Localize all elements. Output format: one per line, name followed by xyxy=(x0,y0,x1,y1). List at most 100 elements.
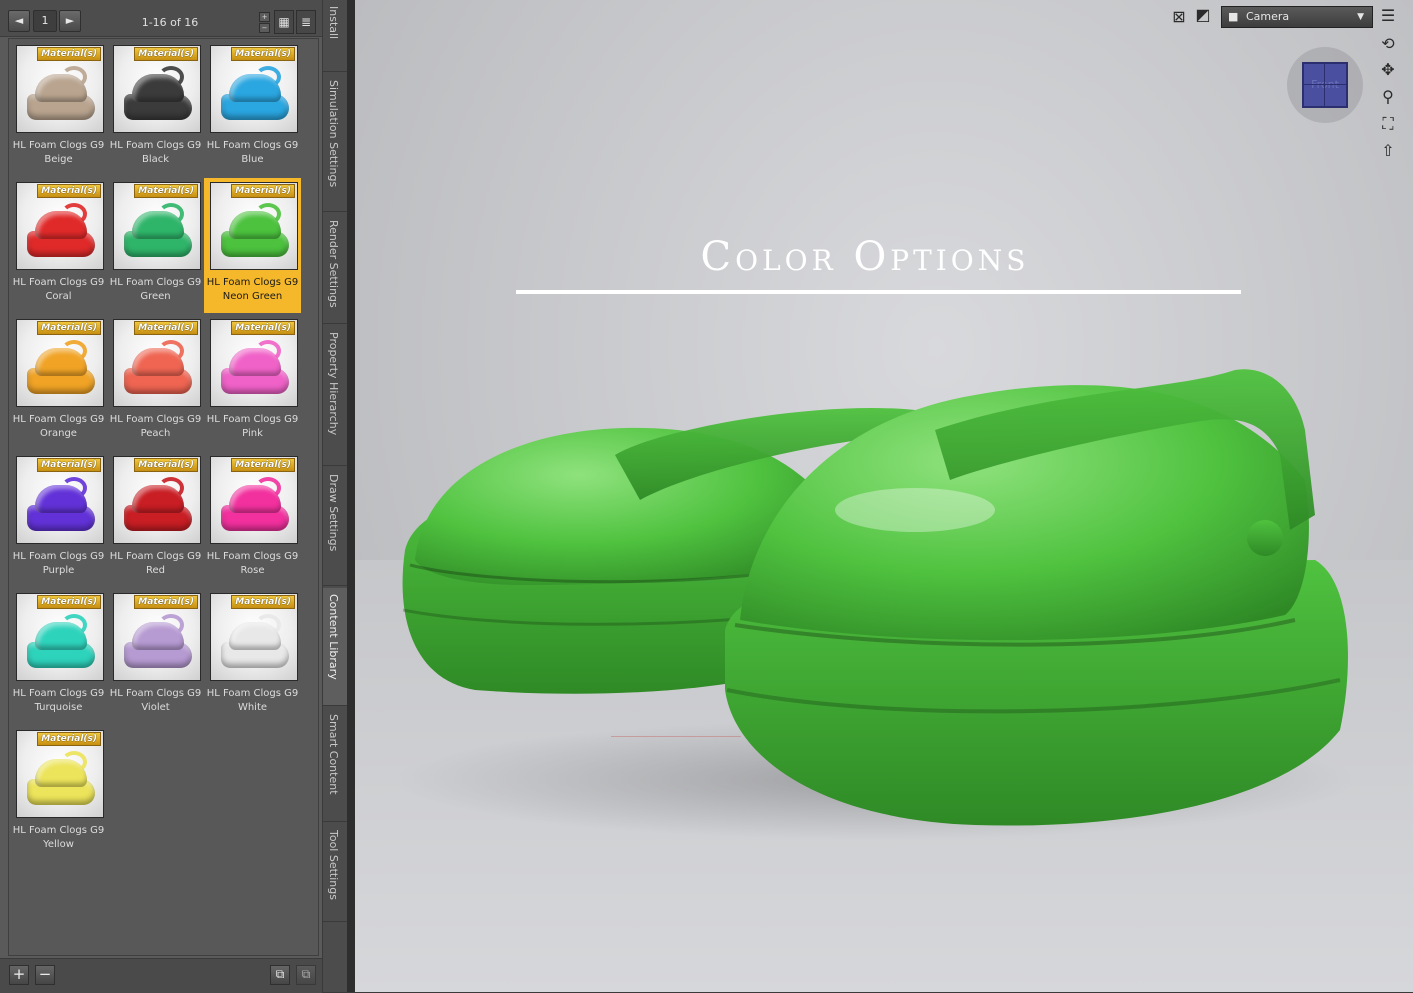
material-label: HL Foam Clogs G9 Violet xyxy=(107,687,204,715)
material-tile[interactable]: Material(s) HL Foam Clogs G9 Black xyxy=(107,41,204,176)
clog-strap-shape xyxy=(158,203,184,225)
material-label-line1: HL Foam Clogs G9 xyxy=(109,551,202,562)
material-badge: Material(s) xyxy=(231,595,295,609)
material-label-line1: HL Foam Clogs G9 xyxy=(206,688,299,699)
side-tab[interactable]: Property Hierarchy xyxy=(323,326,347,466)
material-label-line2: Yellow xyxy=(43,839,74,850)
draw-style-icon[interactable]: ◩ xyxy=(1193,5,1213,25)
color-options-headline: Color Options xyxy=(700,234,1030,280)
material-badge: Material(s) xyxy=(231,321,295,335)
material-label-line2: Neon Green xyxy=(222,291,283,302)
material-thumbnail[interactable]: Material(s) xyxy=(113,593,201,681)
copy-icon[interactable]: ⧉ xyxy=(270,965,290,985)
paste-icon[interactable]: ⧉ xyxy=(296,965,316,985)
material-thumbnail[interactable]: Material(s) xyxy=(210,456,298,544)
side-tab[interactable]: Content Library xyxy=(323,588,347,706)
material-thumbnail[interactable]: Material(s) xyxy=(16,182,104,270)
material-thumbnail[interactable]: Material(s) xyxy=(16,319,104,407)
page-number-field[interactable]: 1 xyxy=(33,10,57,32)
clog-strap-shape xyxy=(158,477,184,499)
material-tile[interactable]: Material(s) HL Foam Clogs G9 Purple xyxy=(10,452,107,587)
side-tab[interactable]: Simulation Settings xyxy=(323,74,347,212)
material-label: HL Foam Clogs G9 Coral xyxy=(10,276,107,304)
render-preview-icon[interactable]: ⊠ xyxy=(1169,7,1189,27)
pan-icon[interactable]: ✥ xyxy=(1378,60,1398,80)
material-thumbnail[interactable]: Material(s) xyxy=(210,45,298,133)
side-tab-label: Property Hierarchy xyxy=(327,332,340,436)
3d-viewport[interactable]: ⊠ ◩ ■ Camera ▼ ☰ ⟲ ✥ ⚲ ⛶ ⇧ Front Color O… xyxy=(355,0,1413,992)
material-thumbnail[interactable]: Material(s) xyxy=(113,182,201,270)
material-badge: Material(s) xyxy=(231,47,295,61)
viewport-menu-icon[interactable]: ☰ xyxy=(1378,6,1398,26)
view-cube[interactable]: Front xyxy=(1302,62,1348,108)
clog-highlight xyxy=(835,488,995,532)
side-tab[interactable]: Install xyxy=(323,0,347,72)
material-thumbnail[interactable]: Material(s) xyxy=(210,182,298,270)
material-thumbnail[interactable]: Material(s) xyxy=(16,45,104,133)
material-badge: Material(s) xyxy=(231,458,295,472)
material-label-line1: HL Foam Clogs G9 xyxy=(109,277,202,288)
add-button[interactable]: + xyxy=(9,965,29,985)
material-label-line2: Peach xyxy=(140,428,171,439)
material-tile[interactable]: Material(s) HL Foam Clogs G9 Red xyxy=(107,452,204,587)
material-label-line1: HL Foam Clogs G9 xyxy=(109,140,202,151)
previous-page-button[interactable]: ◄ xyxy=(8,10,30,32)
list-view-icon[interactable]: ≣ xyxy=(296,10,316,34)
material-thumbnail[interactable]: Material(s) xyxy=(16,456,104,544)
material-tile[interactable]: Material(s) HL Foam Clogs G9 Beige xyxy=(10,41,107,176)
side-tab[interactable]: Tool Settings xyxy=(323,824,347,922)
material-thumbnail[interactable]: Material(s) xyxy=(113,45,201,133)
orbit-icon[interactable]: ⟲ xyxy=(1378,34,1398,54)
material-thumbnail[interactable]: Material(s) xyxy=(113,319,201,407)
material-badge: Material(s) xyxy=(37,732,101,746)
view-cube-control[interactable]: Front xyxy=(1287,47,1363,123)
material-label: HL Foam Clogs G9 Purple xyxy=(10,550,107,578)
chevron-down-icon: ▼ xyxy=(1357,12,1364,22)
next-page-button[interactable]: ► xyxy=(59,10,81,32)
material-tile[interactable]: Material(s) HL Foam Clogs G9 Blue xyxy=(204,41,301,176)
material-thumbnail[interactable]: Material(s) xyxy=(210,593,298,681)
axis-guide-line xyxy=(611,736,741,737)
reset-view-icon[interactable]: ⇧ xyxy=(1378,141,1398,161)
material-tile[interactable]: Material(s) HL Foam Clogs G9 Yellow xyxy=(10,726,107,861)
material-tile[interactable]: Material(s) HL Foam Clogs G9 Pink xyxy=(204,315,301,450)
clog-strap-shape xyxy=(158,66,184,88)
material-thumbnail[interactable]: Material(s) xyxy=(113,456,201,544)
material-label-line2: Orange xyxy=(40,428,77,439)
material-tile[interactable]: Material(s) HL Foam Clogs G9 Orange xyxy=(10,315,107,450)
material-badge: Material(s) xyxy=(37,47,101,61)
thumb-size-decrease-button[interactable]: − xyxy=(259,23,270,33)
frame-icon[interactable]: ⛶ xyxy=(1378,114,1398,134)
camera-dropdown[interactable]: ■ Camera ▼ xyxy=(1221,6,1373,28)
side-tab[interactable]: Render Settings xyxy=(323,214,347,324)
grid-view-icon[interactable]: ▦ xyxy=(274,10,294,34)
material-tile[interactable]: Material(s) HL Foam Clogs G9 Coral xyxy=(10,178,107,313)
zoom-icon[interactable]: ⚲ xyxy=(1378,87,1398,107)
material-label-line1: HL Foam Clogs G9 xyxy=(206,551,299,562)
material-tile[interactable]: Material(s) HL Foam Clogs G9 Violet xyxy=(107,589,204,724)
material-label: HL Foam Clogs G9 Neon Green xyxy=(204,276,301,304)
material-thumbnail[interactable]: Material(s) xyxy=(16,593,104,681)
thumb-size-increase-button[interactable]: + xyxy=(259,12,270,22)
material-thumbnail[interactable]: Material(s) xyxy=(210,319,298,407)
material-label-line1: HL Foam Clogs G9 xyxy=(206,277,299,288)
material-badge: Material(s) xyxy=(37,184,101,198)
side-tab[interactable]: Smart Content xyxy=(323,708,347,822)
material-tile[interactable]: Material(s) HL Foam Clogs G9 Neon Green xyxy=(204,178,301,313)
clog-strap-shape xyxy=(255,340,281,362)
remove-button[interactable]: − xyxy=(35,965,55,985)
material-thumbnail[interactable]: Material(s) xyxy=(16,730,104,818)
side-tab[interactable]: Draw Settings xyxy=(323,468,347,586)
material-tile[interactable]: Material(s) HL Foam Clogs G9 Rose xyxy=(204,452,301,587)
material-label-line2: Pink xyxy=(242,428,263,439)
panel-splitter[interactable] xyxy=(347,0,355,992)
material-label-line2: Coral xyxy=(45,291,72,302)
material-label: HL Foam Clogs G9 Peach xyxy=(107,413,204,441)
material-tile[interactable]: Material(s) HL Foam Clogs G9 Green xyxy=(107,178,204,313)
material-tile[interactable]: Material(s) HL Foam Clogs G9 White xyxy=(204,589,301,724)
material-badge: Material(s) xyxy=(37,595,101,609)
material-label-line1: HL Foam Clogs G9 xyxy=(12,551,105,562)
material-tile[interactable]: Material(s) HL Foam Clogs G9 Peach xyxy=(107,315,204,450)
material-tile[interactable]: Material(s) HL Foam Clogs G9 Turquoise xyxy=(10,589,107,724)
clog-render xyxy=(395,369,1355,840)
